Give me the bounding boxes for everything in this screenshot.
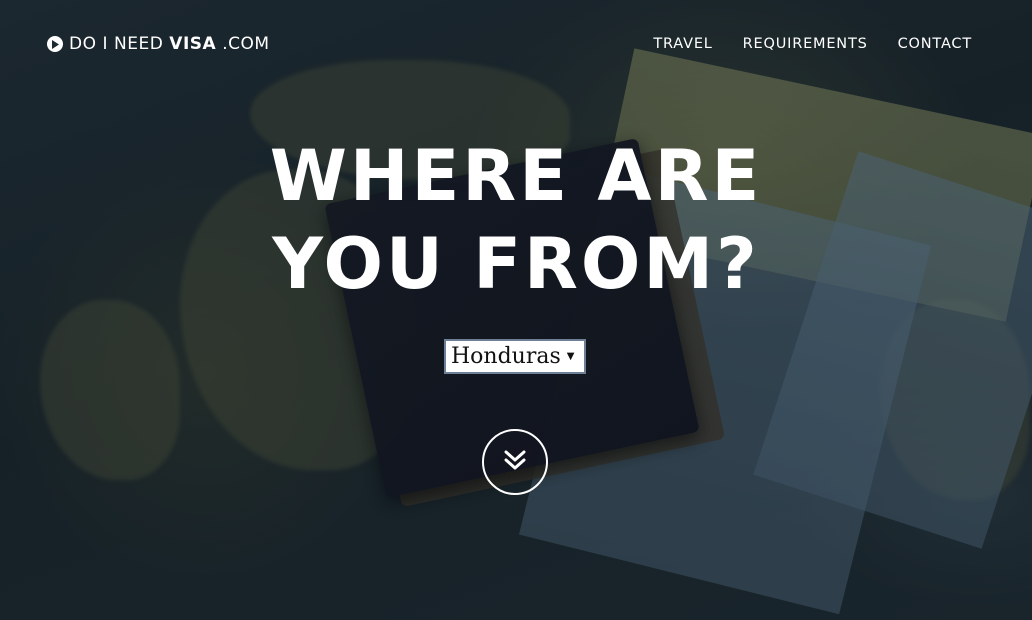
brand-suffix: .COM: [222, 34, 270, 54]
dark-overlay: [0, 0, 1032, 620]
main-nav: TRAVEL REQUIREMENTS CONTACT: [653, 36, 972, 52]
country-select[interactable]: Honduras ▼: [444, 339, 586, 374]
background-image: [0, 0, 1032, 620]
brand-logo[interactable]: DO I NEED VISA .COM: [47, 34, 270, 54]
brand-word: I: [102, 34, 108, 54]
hero-heading-line: WHERE ARE: [269, 135, 763, 217]
play-circle-icon: [47, 36, 63, 52]
hero-heading-line: YOU FROM?: [272, 223, 760, 305]
country-select-value: Honduras: [451, 344, 561, 369]
nav-link-requirements[interactable]: REQUIREMENTS: [743, 36, 868, 52]
brand-word: NEED: [114, 34, 164, 54]
hero-section: DO I NEED VISA .COM TRAVEL REQUIREMENTS …: [0, 0, 1032, 620]
brand-word-bold: VISA: [169, 34, 217, 54]
caret-down-icon: ▼: [566, 351, 575, 362]
nav-link-contact[interactable]: CONTACT: [898, 36, 972, 52]
hero-heading: WHERE ARE YOU FROM?: [0, 132, 1032, 308]
double-chevron-down-icon: [502, 447, 528, 477]
brand-word: DO: [69, 34, 97, 54]
scroll-down-button[interactable]: [482, 429, 548, 495]
nav-link-travel[interactable]: TRAVEL: [653, 36, 712, 52]
